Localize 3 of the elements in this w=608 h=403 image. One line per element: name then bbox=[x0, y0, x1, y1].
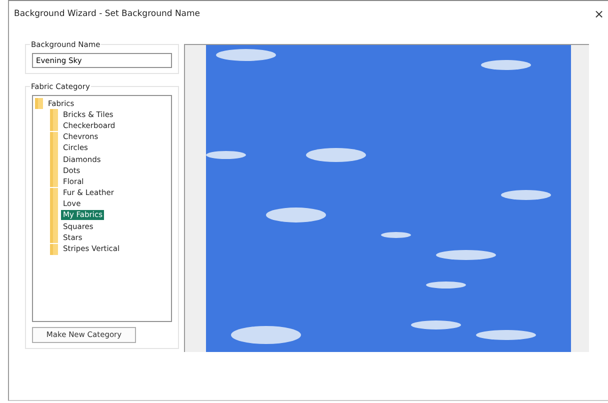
folder-icon bbox=[35, 98, 43, 110]
window-title: Background Wizard - Set Background Name bbox=[14, 9, 200, 19]
close-button[interactable]: × bbox=[594, 8, 604, 20]
